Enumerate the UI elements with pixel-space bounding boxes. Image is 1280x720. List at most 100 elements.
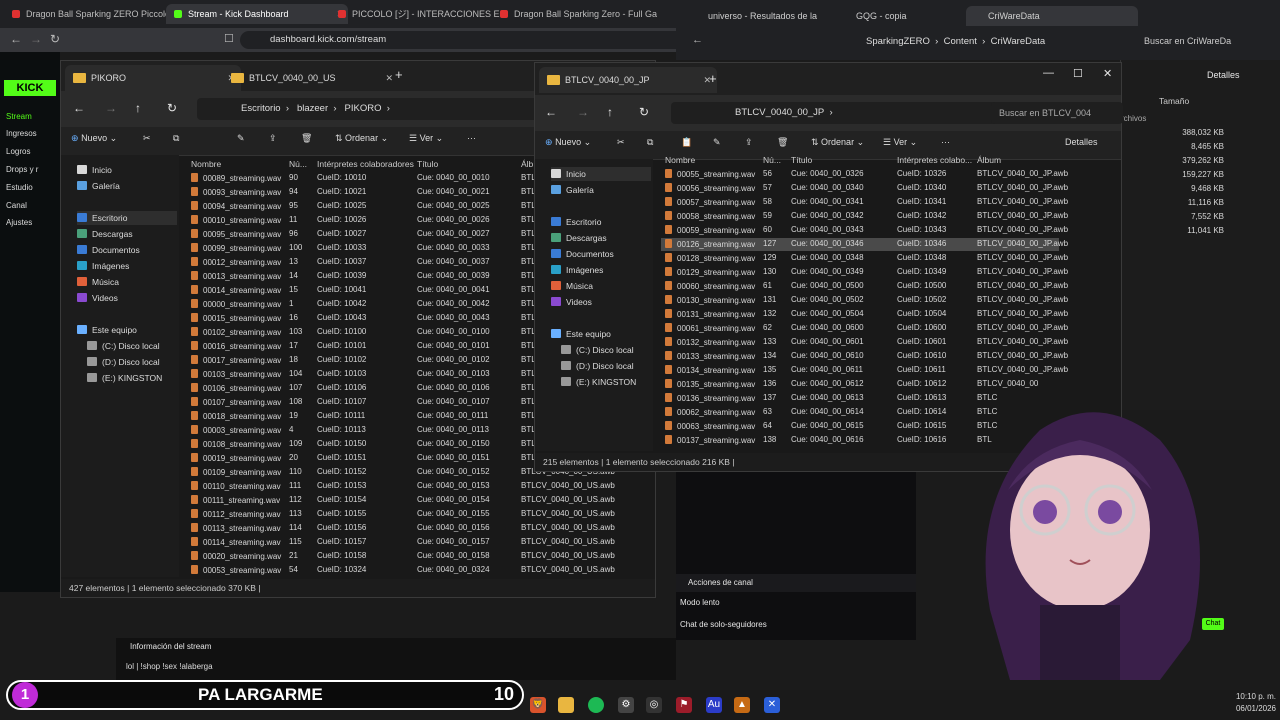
sidebar-item[interactable]: Descargas	[551, 231, 607, 245]
table-cell[interactable]: 00014_streaming.wav	[191, 285, 283, 295]
sidebar-item[interactable]: Escritorio	[551, 215, 601, 229]
browser-tab[interactable]: PICCOLO [ジ] - INTERACCIONES E	[330, 4, 512, 24]
browser-tab[interactable]: Dragon Ball Sparking Zero - Full Ga	[492, 4, 684, 24]
table-cell[interactable]: 00057_streaming.wav	[665, 197, 757, 207]
table-cell[interactable]: 00130_streaming.wav	[665, 295, 757, 305]
table-cell[interactable]: 00102_streaming.wav	[191, 327, 283, 337]
table-cell[interactable]: 00114_streaming.wav	[191, 537, 283, 547]
up-icon[interactable]: ↑	[607, 105, 613, 119]
back-icon[interactable]: ←	[73, 101, 85, 115]
forward-icon[interactable]: →	[105, 101, 117, 115]
table-cell[interactable]: 00010_streaming.wav	[191, 215, 283, 225]
new-button[interactable]: ⊕ Nuevo ⌄	[545, 137, 591, 148]
cut-icon[interactable]: ✂	[143, 133, 151, 144]
column-header[interactable]: Título	[417, 159, 438, 169]
column-header[interactable]: Nombre	[665, 155, 695, 165]
sidebar-item[interactable]: Música	[77, 275, 119, 289]
view-button[interactable]: ☰ Ver ⌄	[409, 133, 443, 144]
view-button[interactable]: ☰ Ver ⌄	[883, 137, 917, 148]
column-header[interactable]: Intérpretes colaboradores	[317, 159, 414, 169]
table-cell[interactable]: 00018_streaming.wav	[191, 411, 283, 421]
table-cell[interactable]: 00058_streaming.wav	[665, 211, 757, 221]
table-cell[interactable]: 00133_streaming.wav	[665, 351, 757, 361]
table-cell[interactable]: 00099_streaming.wav	[191, 243, 283, 253]
column-header[interactable]: Intérpretes colabo...	[897, 155, 972, 165]
obs-icon[interactable]: ◎	[646, 697, 662, 713]
clock-time[interactable]: 10:10 p. m.	[1224, 692, 1276, 701]
table-cell[interactable]: 00113_streaming.wav	[191, 523, 283, 533]
table-cell[interactable]: 00108_streaming.wav	[191, 439, 283, 449]
close-window-icon[interactable]: ✕	[1103, 67, 1112, 80]
minimize-icon[interactable]: —	[1043, 67, 1054, 79]
vlc-icon[interactable]: ▲	[734, 697, 750, 713]
table-cell[interactable]: 00013_streaming.wav	[191, 271, 283, 281]
sidebar-item[interactable]: Videos	[77, 291, 118, 305]
table-cell[interactable]: 00131_streaming.wav	[665, 309, 757, 319]
kick-nav-estudio[interactable]: Estudio	[6, 183, 33, 192]
column-header[interactable]: Título	[791, 155, 812, 165]
table-cell[interactable]: 00062_streaming.wav	[665, 407, 757, 417]
followers-only-toggle[interactable]: Chat de solo-seguidores	[680, 620, 767, 629]
refresh-icon[interactable]: ↻	[167, 101, 177, 115]
details-button[interactable]: Detalles	[1065, 137, 1098, 147]
table-cell[interactable]: 00059_streaming.wav	[665, 225, 757, 235]
table-cell[interactable]: 00056_streaming.wav	[665, 183, 757, 193]
details-button[interactable]: Detalles	[1207, 70, 1240, 80]
audition-icon[interactable]: Au	[706, 697, 722, 713]
cut-icon[interactable]: ✂	[617, 137, 625, 148]
table-cell[interactable]: 00003_streaming.wav	[191, 425, 283, 435]
sidebar-item[interactable]: Este equipo	[551, 327, 611, 341]
back-icon[interactable]: ←	[545, 105, 557, 119]
maximize-icon[interactable]: ☐	[1073, 67, 1083, 80]
table-cell[interactable]: 00103_streaming.wav	[191, 369, 283, 379]
new-tab-icon[interactable]: +	[395, 67, 403, 82]
table-cell[interactable]: 00134_streaming.wav	[665, 365, 757, 375]
sidebar-item[interactable]: Galería	[551, 183, 594, 197]
explorer1-tab[interactable]: BTLCV_0040_00_US ✕	[223, 65, 399, 91]
table-cell[interactable]: 00106_streaming.wav	[191, 383, 283, 393]
sidebar-item[interactable]: Música	[551, 279, 593, 293]
table-cell[interactable]: 00136_streaming.wav	[665, 393, 757, 403]
explorer1-tab-active[interactable]: PIKORO✕	[65, 65, 241, 91]
table-cell[interactable]: 00132_streaming.wav	[665, 337, 757, 347]
sort-button[interactable]: ⇅ Ordenar ⌄	[335, 133, 388, 144]
table-cell[interactable]: 00095_streaming.wav	[191, 229, 283, 239]
copy-icon[interactable]: ⧉	[173, 133, 179, 144]
table-cell[interactable]: 00093_streaming.wav	[191, 187, 283, 197]
rename-icon[interactable]: ✎	[237, 133, 245, 144]
search-field[interactable]: Buscar en BTLCV_004	[991, 102, 1123, 124]
sidebar-item[interactable]: Inicio	[77, 163, 112, 177]
column-header[interactable]: Álbum	[977, 155, 1001, 165]
table-cell[interactable]: 00107_streaming.wav	[191, 397, 283, 407]
clock-date[interactable]: 06/01/2026	[1224, 704, 1276, 713]
table-cell[interactable]: 00061_streaming.wav	[665, 323, 757, 333]
new-tab-icon[interactable]: +	[709, 71, 717, 86]
delete-icon[interactable]: 🗑	[301, 133, 312, 144]
share-icon[interactable]: ⇪	[269, 133, 277, 144]
app-icon[interactable]: ⚑	[676, 697, 692, 713]
sidebar-item[interactable]: (E:) KINGSTON	[87, 371, 162, 385]
spotify-icon[interactable]	[588, 697, 604, 713]
sidebar-item[interactable]: (D:) Disco local	[561, 359, 634, 373]
forward-icon[interactable]: →	[30, 32, 42, 46]
tool-icon[interactable]: ✕	[764, 697, 780, 713]
copy-icon[interactable]: ⧉	[647, 137, 653, 148]
more-icon[interactable]: ···	[467, 133, 476, 143]
sidebar-item[interactable]: (C:) Disco local	[561, 343, 634, 357]
table-cell[interactable]: 00015_streaming.wav	[191, 313, 283, 323]
table-cell[interactable]: 00016_streaming.wav	[191, 341, 283, 351]
sidebar-item[interactable]: (C:) Disco local	[87, 339, 160, 353]
url-field[interactable]: dashboard.kick.com/stream	[240, 31, 690, 49]
table-cell[interactable]: 00112_streaming.wav	[191, 509, 283, 519]
table-cell[interactable]: 00094_streaming.wav	[191, 201, 283, 211]
table-cell[interactable]: 00063_streaming.wav	[665, 421, 757, 431]
table-cell[interactable]: 00110_streaming.wav	[191, 481, 283, 491]
search-field[interactable]: Buscar en CriWareDa	[1144, 36, 1231, 46]
table-cell[interactable]: 00055_streaming.wav	[665, 169, 757, 179]
bookmark-icon[interactable]: ☐	[224, 32, 234, 45]
column-header[interactable]: Nú...	[289, 159, 307, 169]
table-cell[interactable]: 00017_streaming.wav	[191, 355, 283, 365]
table-cell[interactable]: 00128_streaming.wav	[665, 253, 757, 263]
sort-button[interactable]: ⇅ Ordenar ⌄	[811, 137, 864, 148]
sidebar-item[interactable]: (D:) Disco local	[87, 355, 160, 369]
